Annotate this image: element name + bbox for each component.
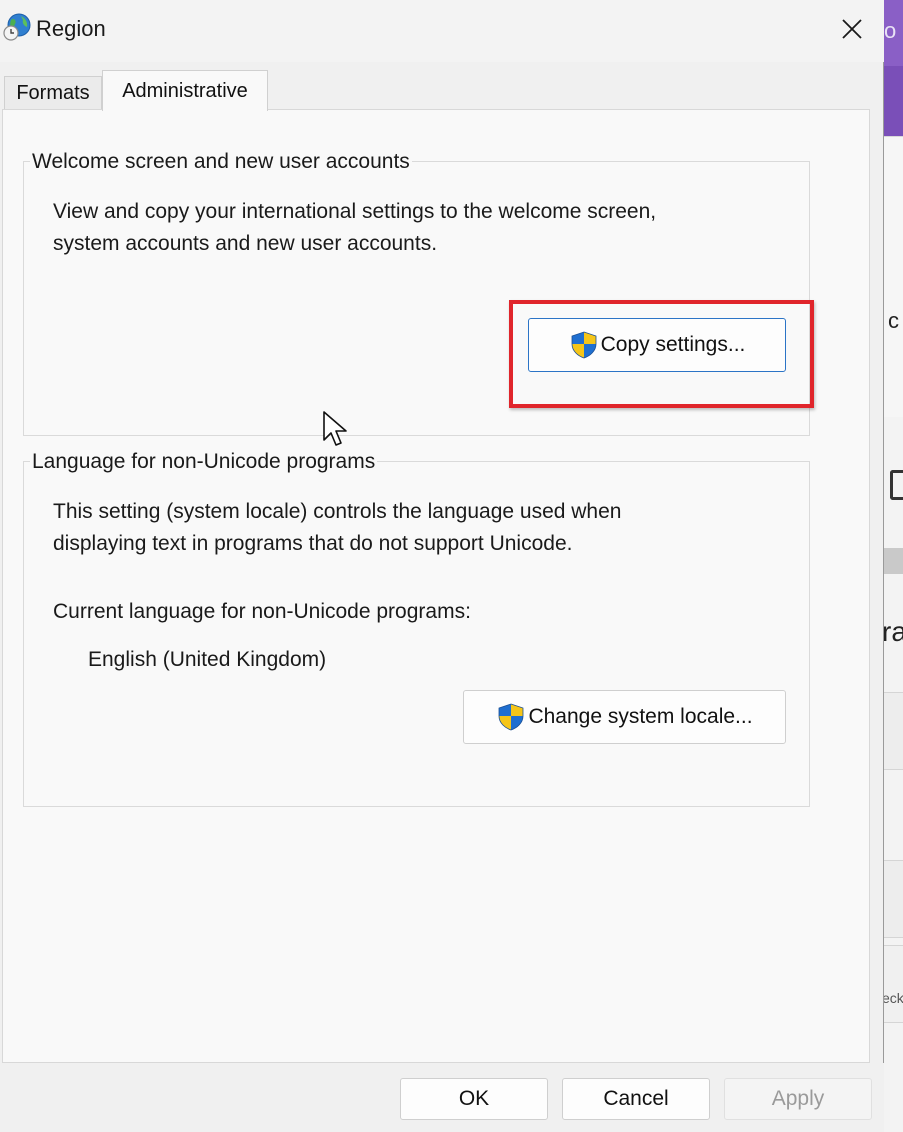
apply-label: Apply <box>771 1087 825 1110</box>
ok-label: OK <box>458 1087 490 1110</box>
title-bar: Region <box>0 0 884 62</box>
change-system-locale-button[interactable]: Change system locale... <box>463 690 786 744</box>
background-text: ra <box>882 616 903 647</box>
tab-formats-label: Formats <box>16 82 90 104</box>
cancel-label: Cancel <box>603 1087 669 1110</box>
background-text: c <box>888 308 899 333</box>
welcome-description-line: View and copy your international setting… <box>53 200 657 223</box>
welcome-description-line: system accounts and new user accounts. <box>53 232 438 255</box>
tab-administrative[interactable]: Administrative <box>102 70 268 111</box>
current-language-value: English (United Kingdom) <box>88 648 327 671</box>
close-button[interactable] <box>826 8 878 50</box>
copy-settings-button[interactable]: Copy settings... <box>528 318 786 372</box>
current-language-label: Current language for non-Unicode program… <box>53 600 471 623</box>
apply-button[interactable]: Apply <box>724 1078 872 1120</box>
locale-description: This setting (system locale) controls th… <box>53 496 621 560</box>
locale-description-line: This setting (system locale) controls th… <box>53 500 622 523</box>
tab-administrative-label: Administrative <box>122 79 248 102</box>
tab-formats[interactable]: Formats <box>4 76 102 110</box>
globe-clock-icon <box>3 13 31 41</box>
change-system-locale-label: Change system locale... <box>528 705 753 728</box>
region-dialog: Region Formats Administrative Welcome sc… <box>0 0 884 1132</box>
welcome-screen-legend: Welcome screen and new user accounts <box>30 150 412 174</box>
welcome-description: View and copy your international setting… <box>53 196 656 260</box>
uac-shield-icon <box>499 703 524 731</box>
locale-description-line: displaying text in programs that do not … <box>53 532 573 555</box>
cancel-button[interactable]: Cancel <box>562 1078 710 1120</box>
dialog-footer: OK Cancel Apply <box>0 1063 884 1132</box>
close-icon <box>842 19 862 39</box>
background-text: o <box>884 18 897 43</box>
background-icon <box>890 470 903 500</box>
background-text: eck <box>882 990 903 1006</box>
non-unicode-legend: Language for non-Unicode programs <box>30 450 378 474</box>
ok-button[interactable]: OK <box>400 1078 548 1120</box>
uac-shield-icon <box>571 331 597 359</box>
window-title: Region <box>36 16 106 41</box>
copy-settings-label: Copy settings... <box>600 333 746 356</box>
